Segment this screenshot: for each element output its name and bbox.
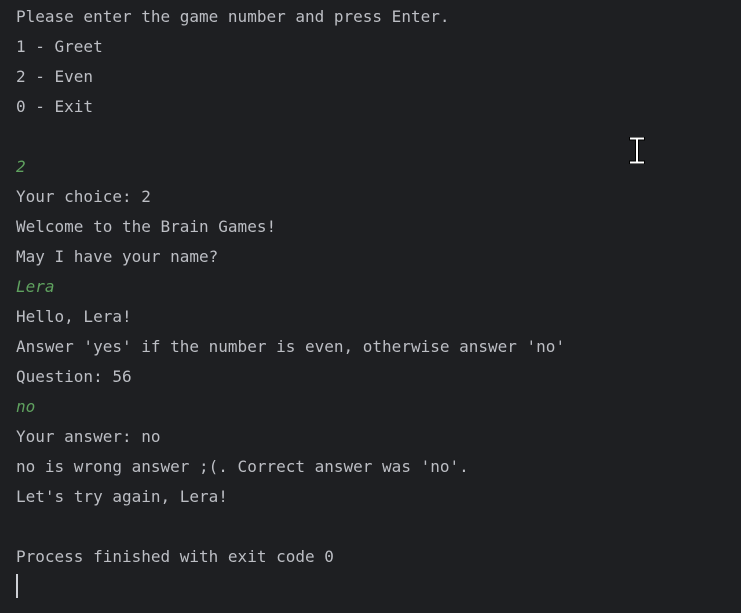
console-line: 0 - Exit [16,97,94,116]
console-line: Hello, Lera! [16,307,132,326]
text-cursor-ibeam-icon [629,137,645,164]
console-output[interactable]: Please enter the game number and press E… [0,0,741,613]
console-line: 2 - Even [16,67,94,86]
console-line: Answer 'yes' if the number is even, othe… [16,337,566,356]
console-line: Your answer: no [16,427,161,446]
console-process-finished: Process finished with exit code 0 [16,547,334,566]
text-input-caret[interactable] [16,574,18,598]
console-line: Your choice: 2 [16,187,151,206]
console-line: Let's try again, Lera! [16,487,228,506]
console-line: May I have your name? [16,247,219,266]
console-line: no is wrong answer ;(. Correct answer wa… [16,457,469,476]
console-user-input: Lera [16,277,55,296]
console-line: Question: 56 [16,367,132,386]
console-line: 1 - Greet [16,37,103,56]
console-line: Welcome to the Brain Games! [16,217,277,236]
console-user-input: no [16,397,36,416]
console-line: Please enter the game number and press E… [16,7,450,26]
